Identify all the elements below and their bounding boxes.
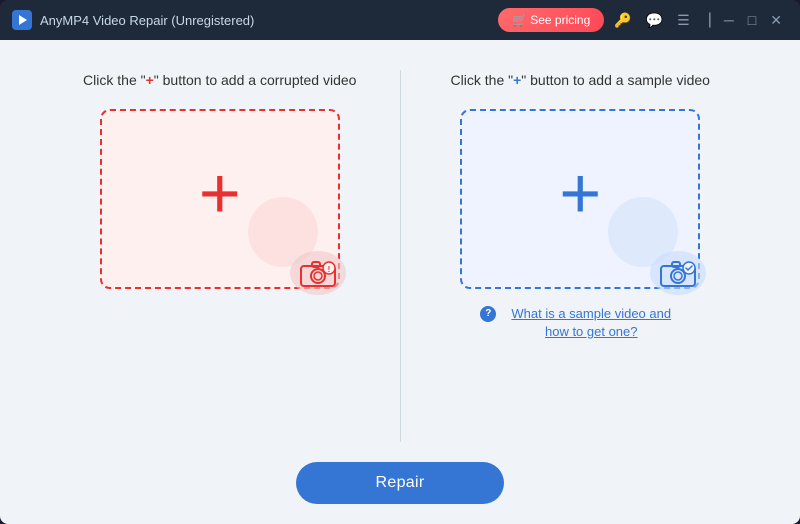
corrupted-instruction-suffix: " button to add a corrupted video xyxy=(154,72,357,88)
repair-section: Repair xyxy=(296,462,505,504)
sample-panel-instruction: Click the "+" button to add a sample vid… xyxy=(451,70,710,91)
corrupted-instruction-prefix: Click the " xyxy=(83,72,146,88)
sample-upload-area[interactable]: + xyxy=(460,109,700,289)
chat-icon[interactable]: 💬 xyxy=(642,10,667,31)
title-bar: AnyMP4 Video Repair (Unregistered) 🛒 See… xyxy=(0,0,800,40)
see-pricing-button[interactable]: 🛒 See pricing xyxy=(498,8,604,32)
help-icon: ? xyxy=(480,306,496,322)
key-icon[interactable]: 🔑 xyxy=(610,10,635,31)
title-bar-actions: 🛒 See pricing 🔑 💬 ☰ | ─ □ ✕ xyxy=(498,8,788,32)
close-button[interactable]: ✕ xyxy=(764,11,788,29)
window-controls: | ─ □ ✕ xyxy=(704,11,788,29)
sample-camera-icon-container xyxy=(650,251,706,295)
app-title: AnyMP4 Video Repair (Unregistered) xyxy=(40,13,498,28)
main-content: Click the "+" button to add a corrupted … xyxy=(0,40,800,524)
sample-link-text: What is a sample video and how to get on… xyxy=(502,305,680,341)
sample-add-icon: + xyxy=(559,158,601,230)
sample-camera-bg xyxy=(650,251,706,295)
sample-instruction-suffix: " button to add a sample video xyxy=(521,72,710,88)
corrupted-camera-icon: ! xyxy=(299,258,337,288)
corrupted-panel-instruction: Click the "+" button to add a corrupted … xyxy=(83,70,356,91)
sample-camera-icon xyxy=(659,258,697,288)
app-window: AnyMP4 Video Repair (Unregistered) 🛒 See… xyxy=(0,0,800,524)
app-logo-icon xyxy=(12,10,32,30)
sample-video-help-link[interactable]: ? What is a sample video and how to get … xyxy=(480,305,680,341)
menu-icon[interactable]: ☰ xyxy=(673,10,694,31)
minimize-button[interactable]: ─ xyxy=(718,11,740,29)
corrupted-camera-bg: ! xyxy=(290,251,346,295)
maximize-button[interactable]: □ xyxy=(742,11,762,29)
corrupted-upload-area[interactable]: + xyxy=(100,109,340,289)
corrupted-add-icon: + xyxy=(199,158,241,230)
panels-row: Click the "+" button to add a corrupted … xyxy=(40,70,760,442)
corrupted-camera-icon-container: ! xyxy=(290,251,346,295)
corrupted-plus-highlight: + xyxy=(146,72,154,88)
sample-instruction-prefix: Click the " xyxy=(451,72,514,88)
sample-video-panel: Click the " + " button to add a sample vid… xyxy=(401,70,761,442)
svg-text:!: ! xyxy=(327,265,330,274)
corrupted-video-panel: Click the "+" button to add a corrupted … xyxy=(40,70,400,442)
repair-button[interactable]: Repair xyxy=(296,462,505,504)
